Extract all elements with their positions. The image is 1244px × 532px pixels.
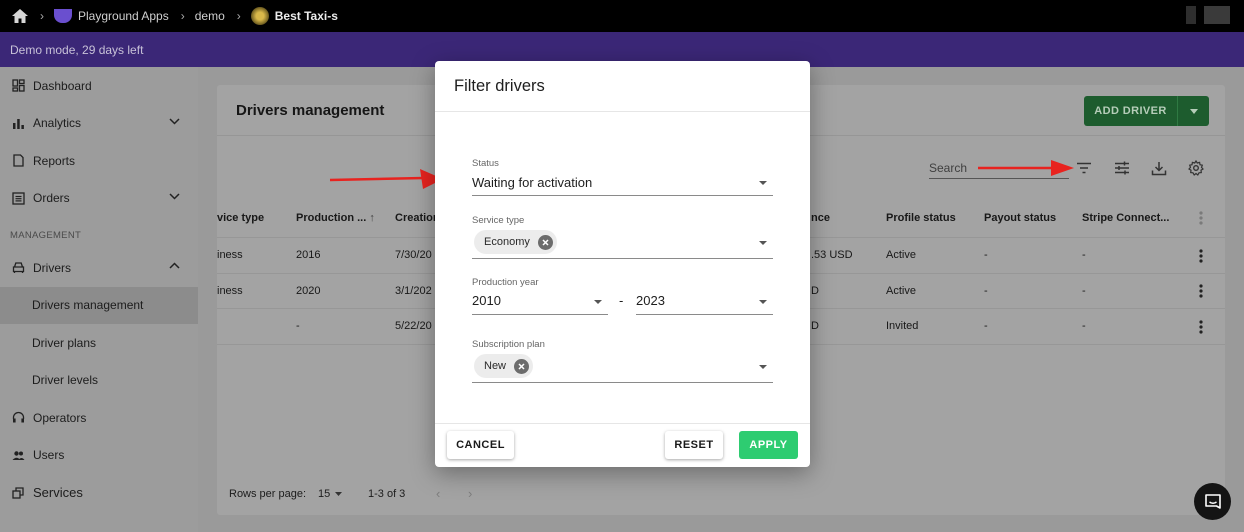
chip-label: New: [484, 360, 507, 372]
chat-icon: [1204, 493, 1222, 511]
service-type-chip[interactable]: Economy: [474, 230, 557, 254]
caret-down-icon: [594, 300, 602, 304]
apply-button[interactable]: APPLY: [739, 431, 798, 459]
field-label: Service type: [472, 215, 525, 226]
field-underline: [472, 314, 608, 315]
chip-remove-icon[interactable]: [537, 234, 553, 250]
annotation-arrow-status: [329, 169, 443, 189]
year-to-select[interactable]: 2023: [636, 293, 773, 315]
status-select[interactable]: Status Waiting for activation: [472, 158, 773, 196]
divider: [435, 111, 810, 112]
service-type-select[interactable]: Service type Economy: [472, 215, 773, 259]
production-year-range: Production year 2010 - 2023: [472, 277, 773, 315]
chip-label: Economy: [484, 236, 530, 248]
field-label: Subscription plan: [472, 339, 545, 350]
chat-launcher[interactable]: [1194, 483, 1231, 520]
field-underline: [472, 195, 773, 196]
caret-down-icon: [759, 181, 767, 185]
status-value: Waiting for activation: [472, 175, 593, 190]
caret-down-icon: [759, 241, 767, 245]
dialog-title: Filter drivers: [454, 77, 545, 95]
year-range-separator: -: [619, 293, 624, 308]
subscription-chip[interactable]: New: [474, 354, 534, 378]
field-label: Status: [472, 158, 499, 169]
field-underline: [636, 314, 773, 315]
chip-remove-icon[interactable]: [514, 358, 530, 374]
field-underline: [472, 258, 773, 259]
filter-drivers-dialog: Filter drivers Status Waiting for activa…: [435, 61, 810, 467]
cancel-button[interactable]: CANCEL: [447, 431, 514, 459]
caret-down-icon: [759, 300, 767, 304]
subscription-plan-select[interactable]: Subscription plan New: [472, 339, 773, 383]
annotation-arrow-filter: [978, 160, 1074, 176]
divider: [435, 423, 810, 424]
field-label: Production year: [472, 277, 539, 288]
year-from-select[interactable]: 2010: [472, 293, 608, 315]
field-underline: [472, 382, 773, 383]
year-to-value: 2023: [636, 293, 665, 308]
year-from-value: 2010: [472, 293, 501, 308]
reset-button[interactable]: RESET: [665, 431, 723, 459]
caret-down-icon: [759, 365, 767, 369]
